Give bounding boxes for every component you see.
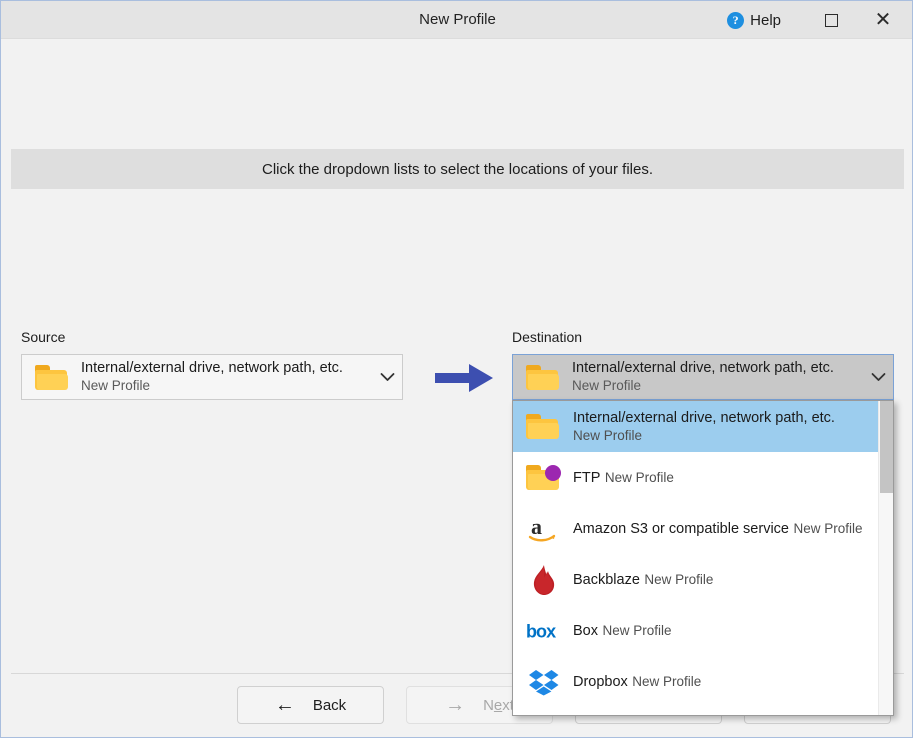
list-item[interactable]: box Box New Profile: [513, 605, 880, 656]
box-icon: box: [526, 615, 562, 647]
destination-combobox-texts: Internal/external drive, network path, e…: [572, 359, 863, 395]
folder-icon: [526, 411, 562, 443]
list-item-title: Dropbox: [573, 673, 628, 690]
source-combobox-subtitle: New Profile: [81, 378, 151, 393]
list-item[interactable]: Backblaze New Profile: [513, 554, 880, 605]
folder-icon: [35, 362, 71, 392]
list-item-subtitle: New Profile: [573, 427, 643, 443]
scrollbar-thumb[interactable]: [880, 401, 893, 493]
list-item-title: Amazon S3 or compatible service: [573, 520, 789, 537]
next-button-label: Next: [483, 696, 514, 714]
close-icon: ✕: [874, 9, 892, 31]
svg-text:box: box: [526, 621, 556, 641]
list-item-title: FTP: [573, 469, 601, 486]
vertical-scrollbar[interactable]: [878, 401, 893, 715]
back-button[interactable]: ← Back: [237, 686, 384, 724]
list-item-subtitle: New Profile: [632, 673, 702, 689]
destination-combobox-title: Internal/external drive, network path, e…: [572, 360, 834, 376]
folder-icon: [526, 362, 562, 392]
dropbox-icon: [526, 666, 562, 698]
svg-text:a: a: [531, 514, 542, 539]
title-bar: New Profile ? Help ✕: [1, 1, 912, 39]
list-item[interactable]: a Amazon S3 or compatible service New Pr…: [513, 503, 880, 554]
list-item-title: Backblaze: [573, 571, 640, 588]
folder-network-icon: [526, 462, 562, 494]
arrow-right-icon: [435, 364, 495, 392]
source-combobox[interactable]: Internal/external drive, network path, e…: [21, 354, 403, 400]
close-button[interactable]: ✕: [860, 1, 906, 39]
list-item-subtitle: New Profile: [644, 571, 714, 587]
list-item-title: Internal/external drive, network path, e…: [573, 409, 835, 426]
help-button[interactable]: ? Help: [727, 10, 781, 31]
source-label: Source: [21, 329, 66, 345]
backblaze-icon: [526, 564, 562, 596]
dropdown-items: Internal/external drive, network path, e…: [513, 401, 880, 707]
instruction-banner: Click the dropdown lists to select the l…: [11, 149, 904, 189]
source-combobox-title: Internal/external drive, network path, e…: [81, 360, 343, 376]
list-item-subtitle: New Profile: [602, 622, 672, 638]
list-item[interactable]: Dropbox New Profile: [513, 656, 880, 707]
back-button-label: Back: [312, 696, 347, 714]
list-item-title: Box: [573, 622, 598, 639]
source-combobox-texts: Internal/external drive, network path, e…: [81, 359, 372, 395]
maximize-icon: [824, 13, 838, 27]
maximize-button[interactable]: [808, 1, 854, 39]
list-item-subtitle: New Profile: [793, 520, 863, 536]
arrow-right-icon: →: [445, 694, 466, 716]
instruction-banner-text: Click the dropdown lists to select the l…: [261, 160, 654, 178]
help-circle-icon: ?: [727, 12, 745, 29]
chevron-down-icon[interactable]: [372, 372, 402, 382]
amazon-s3-icon: a: [526, 513, 562, 545]
chevron-down-icon[interactable]: [863, 372, 893, 382]
destination-label: Destination: [512, 329, 583, 345]
destination-combobox[interactable]: Internal/external drive, network path, e…: [512, 354, 894, 400]
list-item[interactable]: Internal/external drive, network path, e…: [513, 401, 880, 452]
new-profile-window: New Profile ? Help ✕ Click the dropdown …: [0, 0, 913, 738]
destination-dropdown-list[interactable]: Internal/external drive, network path, e…: [512, 400, 894, 716]
help-button-label: Help: [750, 12, 781, 29]
arrow-left-icon: ←: [274, 694, 295, 716]
destination-combobox-subtitle: New Profile: [572, 378, 642, 393]
list-item-subtitle: New Profile: [604, 469, 674, 485]
list-item[interactable]: FTP New Profile: [513, 452, 880, 503]
